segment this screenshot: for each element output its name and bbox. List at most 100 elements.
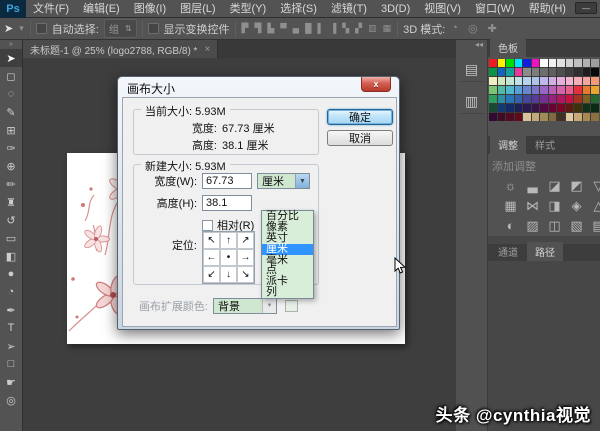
adjustment-icon[interactable]: ◩	[569, 178, 584, 194]
tool-history-brush[interactable]: ↺	[0, 211, 22, 229]
color-swatch[interactable]	[557, 86, 565, 94]
color-swatch[interactable]	[489, 86, 497, 94]
menu-item[interactable]: 类型(Y)	[223, 0, 274, 18]
color-swatch[interactable]	[591, 95, 599, 103]
color-swatch[interactable]	[540, 68, 548, 76]
tool-move[interactable]: ➤	[0, 49, 22, 67]
color-swatch[interactable]	[549, 68, 557, 76]
color-swatch[interactable]	[523, 86, 531, 94]
color-swatch[interactable]	[583, 68, 591, 76]
color-swatch[interactable]	[532, 95, 540, 103]
color-swatch[interactable]	[557, 113, 565, 121]
new-width-input[interactable]	[202, 173, 252, 189]
anchor-cell[interactable]: ↗	[237, 232, 254, 249]
anchor-cell[interactable]: ↑	[220, 232, 237, 249]
color-swatch[interactable]	[498, 68, 506, 76]
anchor-cell[interactable]: ↓	[220, 266, 237, 283]
color-swatch[interactable]	[540, 104, 548, 112]
relative-checkbox[interactable]	[202, 220, 213, 231]
color-swatch[interactable]	[506, 86, 514, 94]
unit-option[interactable]: 列	[262, 287, 313, 298]
anchor-cell[interactable]: ↘	[237, 266, 254, 283]
channel-path-tab[interactable]: 通道	[490, 242, 526, 261]
threed-mode-icon[interactable]: ◔	[450, 22, 459, 35]
align-icon[interactable]: ▜	[253, 23, 262, 34]
color-swatch[interactable]	[583, 86, 591, 94]
anchor-cell[interactable]: •	[220, 249, 237, 266]
tool-pen[interactable]: ✒	[0, 301, 22, 319]
color-swatch[interactable]	[506, 113, 514, 121]
color-swatch[interactable]	[506, 59, 514, 67]
adjustment-icon[interactable]: ▧	[569, 218, 584, 234]
tool-path-select[interactable]: ➢	[0, 337, 22, 355]
adjustment-icon[interactable]: ▃	[525, 178, 540, 194]
color-swatch[interactable]	[489, 95, 497, 103]
color-swatch[interactable]	[583, 95, 591, 103]
color-swatch[interactable]	[515, 77, 523, 85]
panel-collapse-icon[interactable]: ◂◂	[475, 40, 487, 50]
color-swatch[interactable]	[566, 113, 574, 121]
color-swatch[interactable]	[532, 68, 540, 76]
align-icon[interactable]: ▥	[367, 23, 378, 34]
color-swatch[interactable]	[574, 95, 582, 103]
tool-brush[interactable]: ✏	[0, 175, 22, 193]
color-swatch[interactable]	[506, 68, 514, 76]
color-swatch[interactable]	[566, 104, 574, 112]
anchor-cell[interactable]: →	[237, 249, 254, 266]
color-swatch[interactable]	[583, 59, 591, 67]
color-swatch[interactable]	[557, 77, 565, 85]
menu-item[interactable]: 3D(D)	[374, 0, 417, 18]
color-swatch[interactable]	[566, 95, 574, 103]
tool-shape[interactable]: □	[0, 355, 22, 373]
dialog-close-button[interactable]: x	[361, 77, 391, 92]
color-swatch[interactable]	[532, 104, 540, 112]
align-icon[interactable]: ▐	[329, 23, 337, 34]
color-swatch[interactable]	[523, 68, 531, 76]
color-swatch[interactable]	[506, 104, 514, 112]
color-swatch[interactable]	[489, 77, 497, 85]
new-height-input[interactable]	[202, 195, 252, 211]
auto-select-checkbox[interactable]	[36, 23, 47, 34]
tool-type[interactable]: T	[0, 319, 22, 337]
move-tool-icon[interactable]: ➤	[4, 22, 13, 35]
color-swatch[interactable]	[489, 59, 497, 67]
color-swatch[interactable]	[591, 77, 599, 85]
color-swatch[interactable]	[532, 59, 540, 67]
color-swatch[interactable]	[557, 104, 565, 112]
anchor-cell[interactable]: ←	[203, 249, 220, 266]
tab-close-icon[interactable]: ×	[204, 44, 210, 55]
menu-item[interactable]: 文件(F)	[26, 0, 76, 18]
color-swatch[interactable]	[498, 104, 506, 112]
tool-lasso[interactable]: ◌	[0, 85, 22, 103]
adjustment-icon[interactable]: ⋈	[525, 198, 540, 214]
color-swatch[interactable]	[591, 113, 599, 121]
tool-healing[interactable]: ⊕	[0, 157, 22, 175]
adjustment-icon[interactable]: ▨	[525, 218, 540, 234]
ok-button[interactable]: 确定	[327, 109, 393, 125]
show-transform-checkbox[interactable]	[148, 23, 159, 34]
channel-path-tab[interactable]: 路径	[527, 242, 563, 261]
color-swatch[interactable]	[549, 77, 557, 85]
adjustment-icon[interactable]: △	[591, 198, 600, 214]
color-swatch[interactable]	[566, 86, 574, 94]
color-swatch[interactable]	[523, 59, 531, 67]
menu-item[interactable]: 窗口(W)	[468, 0, 522, 18]
color-swatch[interactable]	[515, 95, 523, 103]
tab-adjustments[interactable]: 调整	[490, 135, 526, 154]
align-icon[interactable]: ▄	[292, 23, 300, 34]
anchor-cell[interactable]: ↖	[203, 232, 220, 249]
color-swatch[interactable]	[523, 113, 531, 121]
adjustment-icon[interactable]: ◫	[547, 218, 562, 234]
tool-hand[interactable]: ☛	[0, 373, 22, 391]
color-swatch[interactable]	[574, 68, 582, 76]
menu-item[interactable]: 图像(I)	[127, 0, 173, 18]
color-swatch[interactable]	[506, 77, 514, 85]
color-swatch[interactable]	[583, 77, 591, 85]
color-swatch[interactable]	[506, 95, 514, 103]
align-icon[interactable]: █	[304, 23, 312, 34]
color-swatch[interactable]	[549, 113, 557, 121]
color-swatch[interactable]	[540, 113, 548, 121]
adjustment-icon[interactable]: ☼	[503, 178, 518, 194]
color-swatch[interactable]	[566, 68, 574, 76]
tool-marquee[interactable]: ◻	[0, 67, 22, 85]
